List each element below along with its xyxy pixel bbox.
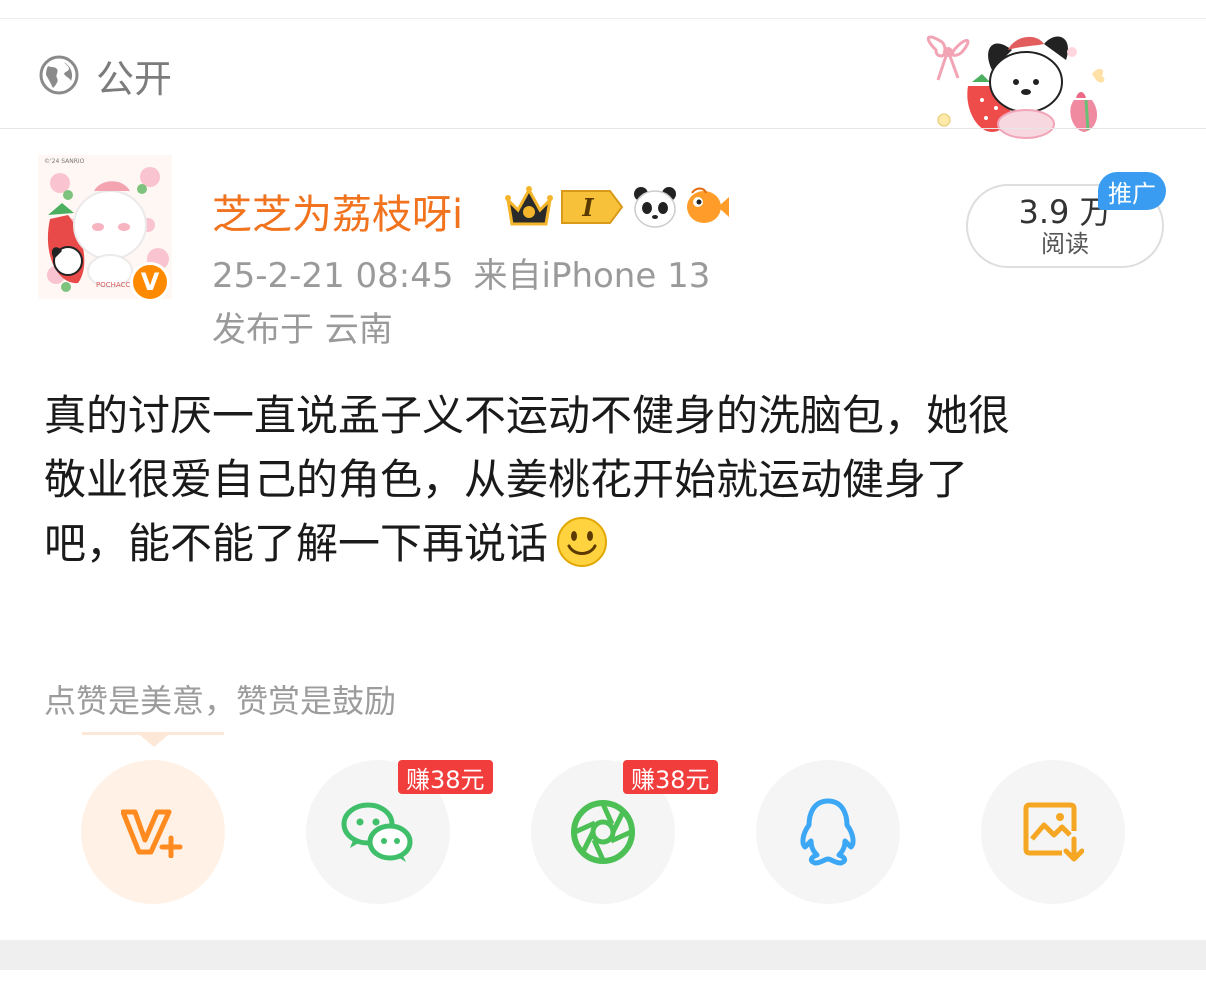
post-meta: 25-2-21 08:45 来自iPhone 13 (212, 248, 710, 297)
earn-badge: 赚38元 (623, 760, 718, 794)
qq-share-button[interactable] (756, 760, 900, 904)
svg-text:©'24 SANRIO: ©'24 SANRIO (44, 158, 85, 165)
v-plus-icon (121, 809, 183, 858)
wechat-icon (341, 802, 413, 862)
bottom-separator (0, 940, 1206, 970)
moments-icon (571, 800, 635, 864)
verified-badge: V (130, 262, 170, 302)
top-divider (0, 18, 1206, 19)
promote-badge[interactable]: 推广 (1098, 172, 1166, 210)
fish-icon (687, 187, 729, 223)
crown-icon (505, 186, 553, 226)
post-time: 25-2-21 08:45 (212, 256, 454, 296)
read-label: 阅读 (1041, 230, 1089, 258)
like-reward-hint: 点赞是美意，赞赏是鼓励 (44, 682, 397, 720)
post-location: 发布于 云南 (212, 310, 393, 350)
level-text: I (581, 193, 594, 222)
earn-badge: 赚38元 (398, 760, 493, 794)
author-name[interactable]: 芝芝为荔枝呀i (212, 182, 463, 240)
save-image-icon (1023, 802, 1084, 862)
smile-emoji-icon (557, 517, 608, 567)
post-text-line-content: 吧，能不能了解一下再说话 (44, 519, 549, 568)
post-text-line: 敬业很爱自己的角色，从姜桃花开始就运动健身了 (44, 455, 969, 504)
visibility-label: 公开 (96, 56, 173, 101)
globe-icon (39, 55, 79, 95)
v-plus-share-button[interactable] (81, 760, 225, 904)
qq-icon (800, 798, 856, 866)
level-badge-icon: I (561, 190, 624, 224)
strawberry-dog-sticker (926, 35, 1105, 139)
header-divider (0, 128, 1206, 129)
tooltip-arrow (140, 735, 168, 747)
post-body: 真的讨厌一直说孟子义不运动不健身的洗脑包，她很 敬业很爱自己的角色，从姜桃花开始… (44, 384, 1164, 576)
save-image-share-button[interactable] (981, 760, 1125, 904)
panda-icon (634, 187, 676, 228)
visibility-row[interactable]: 公开 (38, 52, 172, 101)
user-badges: I (504, 183, 730, 231)
post-text-line-last: 吧，能不能了解一下再说话 (44, 512, 1164, 576)
post-source: 来自iPhone 13 (473, 256, 711, 296)
post-text-line: 真的讨厌一直说孟子义不运动不健身的洗脑包，她很 (44, 391, 1011, 440)
